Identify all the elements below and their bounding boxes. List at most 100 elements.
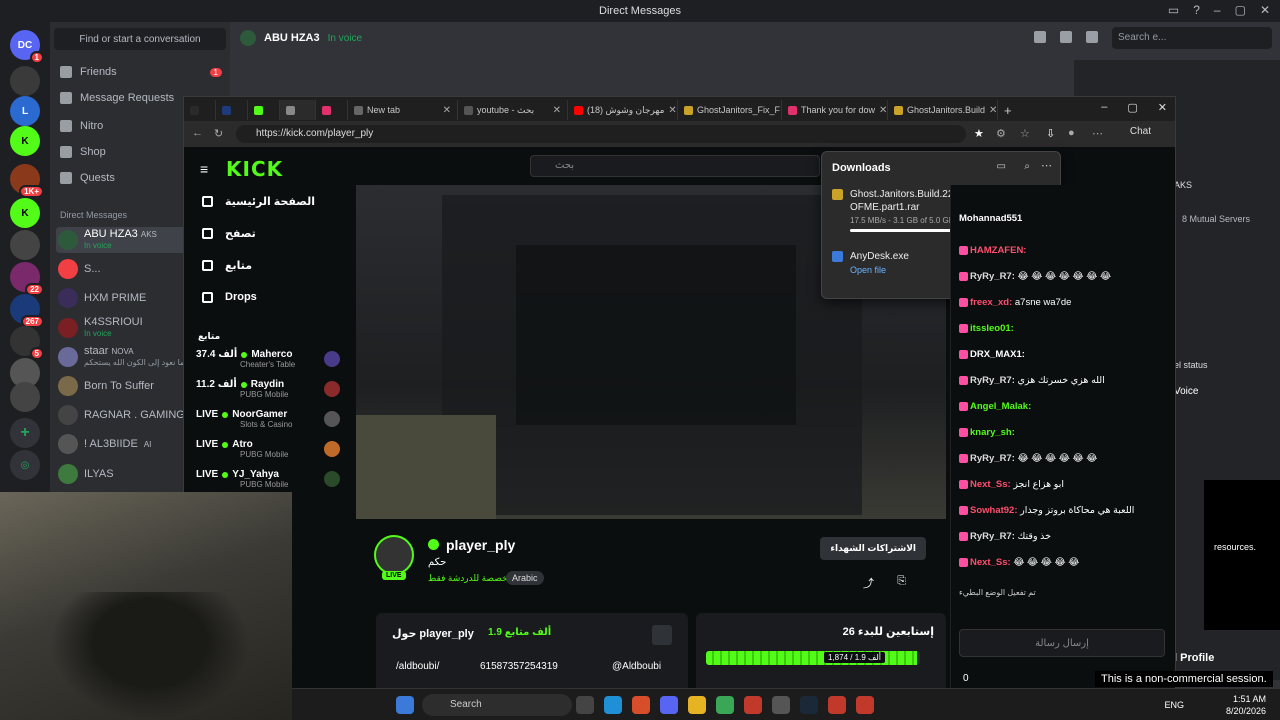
chat-username[interactable]: Next_Ss:	[970, 557, 1013, 568]
channel-item[interactable]: LIVE Atro PUBG Mobile	[196, 439, 346, 459]
minimize-button[interactable]: –	[1101, 101, 1107, 114]
chat-message[interactable]: Next_Ss: ابو هزاع انجز	[959, 479, 1173, 491]
stream-category[interactable]: مخصصة للدردشة فقط	[428, 573, 513, 584]
channel-item[interactable]: LIVE YJ_Yahya PUBG Mobile	[196, 469, 346, 489]
share-icon[interactable]: ⤴	[863, 575, 874, 591]
tab[interactable]: GhostJanitors_Fix_F✕	[678, 100, 782, 120]
kick-nav-browse[interactable]: تصفح	[202, 227, 256, 240]
facebook-link[interactable]: 61587357254319	[480, 661, 558, 672]
chat-username[interactable]: knary_sh:	[970, 427, 1015, 438]
chat-message[interactable]: Angel_Malak:	[959, 401, 1173, 413]
close-tab-icon[interactable]: ✕	[989, 105, 997, 116]
gift-icon[interactable]: ⎘	[897, 575, 906, 588]
chat-message[interactable]: RyRy_R7: خذ وقتك	[959, 531, 1173, 543]
app-icon[interactable]	[744, 696, 762, 714]
steam-icon[interactable]	[800, 696, 818, 714]
channel-item[interactable]: 11.2 ألف Raydin PUBG Mobile	[196, 379, 346, 399]
inbox-icon[interactable]: ▭	[1168, 3, 1179, 17]
close-button[interactable]: ✕	[1260, 3, 1270, 17]
edge-icon[interactable]	[604, 696, 622, 714]
help-icon[interactable]: ?	[1193, 3, 1200, 17]
extensions-icon[interactable]: ⚙	[996, 127, 1006, 140]
server-icon[interactable]	[10, 230, 40, 260]
full-profile-link[interactable]: l Profile	[1174, 652, 1214, 664]
chat-message[interactable]: RyRy_R7: 😂 😂 😂 😂 😂 😂 😂	[959, 271, 1173, 283]
tab[interactable]: youtube - بحث ✕	[458, 100, 568, 120]
chat-username[interactable]: RyRy_R7:	[970, 453, 1018, 464]
chrome-icon[interactable]	[716, 696, 734, 714]
star-icon[interactable]: ★	[974, 127, 984, 140]
tab[interactable]: GhostJanitors.Build ✕	[888, 100, 998, 120]
copilot-chat-button[interactable]: Chat	[1130, 126, 1151, 137]
streamer-name[interactable]: player_ply	[446, 537, 515, 553]
chat-username[interactable]: Angel_Malak:	[970, 401, 1031, 412]
minimize-button[interactable]: –	[1214, 3, 1221, 17]
kick-nav-drops[interactable]: Drops	[202, 291, 257, 303]
chat-username[interactable]: DRX_MAX1:	[970, 349, 1025, 360]
call-icon[interactable]	[1034, 31, 1046, 43]
clock[interactable]: 1:51 AM 8/20/2026	[1226, 693, 1266, 717]
chat-username[interactable]: RyRy_R7:	[970, 531, 1018, 542]
server-icon[interactable]: 267	[10, 294, 44, 328]
dm-search-input[interactable]: Find or start a conversation	[54, 28, 226, 50]
server-icon[interactable]: L	[10, 96, 40, 126]
hamburger-icon[interactable]: ≡	[200, 161, 208, 177]
new-tab-button[interactable]: +	[998, 100, 1024, 120]
back-icon[interactable]: ←	[192, 127, 203, 139]
channel-item[interactable]: LIVE NoorGamer Slots & Casino	[196, 409, 346, 429]
profile-icon[interactable]: ●	[1068, 127, 1075, 139]
tab[interactable]: Thank you for dow ✕	[782, 100, 888, 120]
maximize-button[interactable]: ▢	[1127, 101, 1137, 114]
chat-message[interactable]: Sowhat92: اللعبة هي محاكاة بروتز وجدار	[959, 505, 1173, 517]
subscribe-button[interactable]: الاشتراكات الشهداء	[820, 537, 926, 560]
close-tab-icon[interactable]: ✕	[879, 105, 887, 116]
nav-friends[interactable]: Friends 1	[56, 60, 226, 84]
server-icon[interactable]: 5	[10, 326, 44, 360]
close-tab-icon[interactable]: ✕	[443, 105, 451, 116]
add-server-icon[interactable]: +	[10, 418, 40, 448]
mutual-servers[interactable]: 8 Mutual Servers	[1182, 214, 1250, 224]
search-icon[interactable]: ⌕	[1024, 161, 1030, 172]
video-icon[interactable]	[1060, 31, 1072, 43]
chat-username[interactable]: RyRy_R7:	[970, 375, 1018, 386]
discover-icon[interactable]: ◎	[10, 450, 40, 480]
brave-icon[interactable]	[632, 696, 650, 714]
dm-search-field[interactable]: Search e...	[1112, 27, 1272, 49]
channel-item[interactable]: 37.4 ألف Maherco Cheater's Table	[196, 349, 346, 369]
tab[interactable]	[216, 100, 248, 120]
language-indicator[interactable]: ENG	[1164, 700, 1184, 710]
chat-message[interactable]: freex_xd: a7sne wa7de	[959, 297, 1173, 309]
home-button[interactable]: DC 1	[10, 30, 44, 64]
language-tag[interactable]: Arabic	[506, 571, 544, 585]
more-icon[interactable]: ⋯	[1041, 159, 1052, 172]
chat-username[interactable]: RyRy_R7:	[970, 271, 1018, 282]
explorer-icon[interactable]	[688, 696, 706, 714]
chat-username[interactable]: HAMZAFEN:	[970, 245, 1026, 256]
taskbar-search[interactable]: Search	[422, 694, 572, 716]
chat-message[interactable]: HAMZAFEN:	[959, 245, 1173, 257]
kick-logo[interactable]: KICK	[226, 157, 283, 181]
pin-icon[interactable]	[1086, 31, 1098, 43]
tab[interactable]: (18) مهرجان وشوش ✕	[568, 100, 678, 120]
close-tab-icon[interactable]: ✕	[553, 105, 561, 116]
server-icon[interactable]: 1K+	[10, 164, 44, 198]
chat-message[interactable]: Next_Ss: 😂 😂 😂 😂 😂	[959, 557, 1173, 569]
tab[interactable]	[280, 100, 316, 120]
server-icon[interactable]	[10, 382, 40, 412]
chat-message[interactable]: RyRy_R7: 😂 😂 😂 😂 😂 😂	[959, 453, 1173, 465]
app-icon[interactable]	[772, 696, 790, 714]
chat-message[interactable]: itssleo01:	[959, 323, 1173, 335]
server-icon[interactable]: K	[10, 198, 40, 228]
tab[interactable]: New tab ✕	[348, 100, 458, 120]
favorites-icon[interactable]: ☆	[1020, 127, 1030, 140]
close-button[interactable]: ✕	[1158, 101, 1167, 114]
chat-input[interactable]: إرسال رسالة	[959, 629, 1165, 657]
discord-icon[interactable]	[660, 696, 678, 714]
server-icon[interactable]: 22	[10, 262, 44, 296]
chat-username[interactable]: itssleo01:	[970, 323, 1014, 334]
folder-icon[interactable]: ▭	[997, 161, 1006, 172]
chat-message[interactable]: RyRy_R7: الله هزي خسرتك هزي	[959, 375, 1173, 387]
edit-icon[interactable]	[652, 625, 672, 645]
anydesk-icon[interactable]	[828, 696, 846, 714]
tab[interactable]	[248, 100, 280, 120]
